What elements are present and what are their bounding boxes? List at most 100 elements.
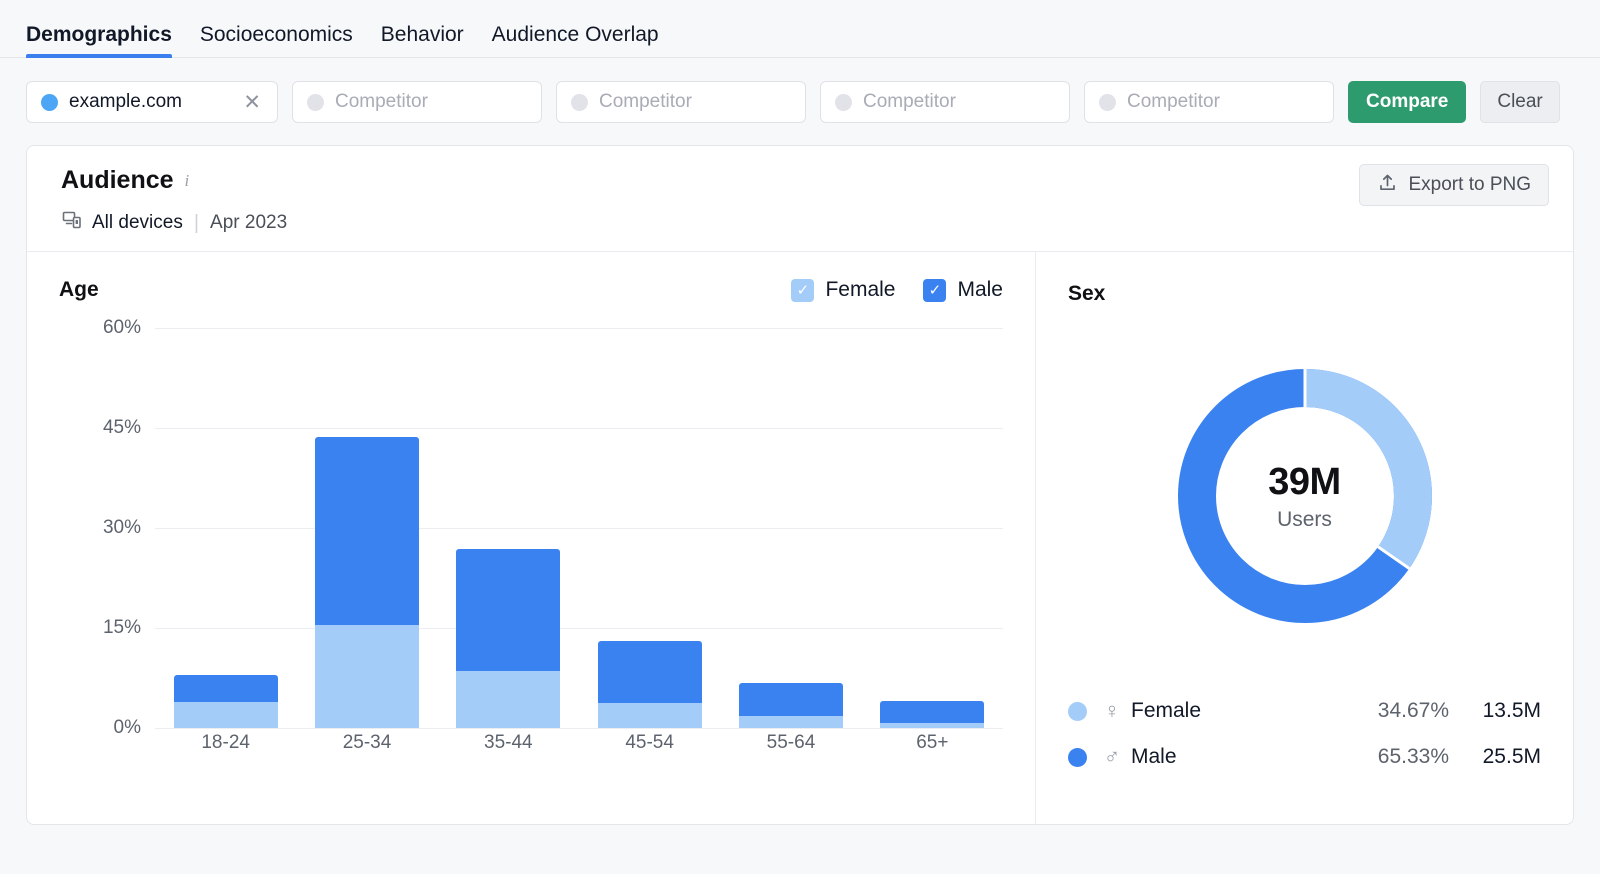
- sex-count-female: 13.5M: [1449, 699, 1541, 723]
- x-tick-label: 25-34: [296, 732, 437, 754]
- bar-segment-female: [739, 716, 843, 728]
- tab-bar: Demographics Socioeconomics Behavior Aud…: [0, 0, 1600, 58]
- donut-wrapper: 39M Users: [1068, 350, 1541, 642]
- page-title: Audience: [61, 166, 174, 195]
- legend-checkbox-male[interactable]: ✓ Male: [923, 278, 1003, 302]
- bar-segment-male: [174, 675, 278, 702]
- x-tick-label: 65+: [862, 732, 1003, 754]
- bar-segment-female: [456, 671, 560, 728]
- devices-icon: [61, 209, 83, 237]
- bar-column[interactable]: [720, 328, 861, 728]
- total-users-label: Users: [1277, 508, 1332, 532]
- bar-column[interactable]: [155, 328, 296, 728]
- sex-percent-male: 65.33%: [1378, 745, 1449, 769]
- sex-label-female: Female: [1131, 699, 1201, 723]
- info-icon[interactable]: i: [185, 171, 190, 191]
- x-tick-label: 45-54: [579, 732, 720, 754]
- bars-plot-area: [155, 328, 1003, 728]
- legend-color-dot: [1068, 748, 1087, 767]
- competitor-input-3[interactable]: Competitor: [820, 81, 1070, 123]
- donut-center-label: 39M Users: [1159, 350, 1451, 642]
- competitor-placeholder: Competitor: [599, 91, 791, 113]
- bar-column[interactable]: [862, 328, 1003, 728]
- sex-legend-row-male[interactable]: ♂ Male 65.33% 25.5M: [1068, 734, 1541, 780]
- main-domain-label: example.com: [69, 91, 230, 113]
- age-title: Age: [59, 278, 99, 302]
- legend-color-dot: [1068, 702, 1087, 721]
- card-subheader: All devices | Apr 2023: [61, 209, 1549, 237]
- sex-percent-female: 34.67%: [1378, 699, 1449, 723]
- male-symbol-icon: ♂: [1099, 744, 1125, 770]
- export-upload-icon: [1377, 172, 1398, 199]
- clear-button[interactable]: Clear: [1480, 81, 1559, 123]
- female-symbol-icon: ♀: [1099, 698, 1125, 724]
- compare-button[interactable]: Compare: [1348, 81, 1466, 123]
- competitor-input-1[interactable]: Competitor: [292, 81, 542, 123]
- bar-segment-female: [174, 702, 278, 728]
- legend-label-male: Male: [957, 278, 1003, 302]
- audience-card: Audience i All devices | Apr 2023: [26, 145, 1574, 825]
- subheader-separator: |: [194, 212, 199, 235]
- sex-title: Sex: [1068, 282, 1541, 306]
- check-icon: ✓: [923, 279, 946, 302]
- gridline-0: [155, 728, 1003, 729]
- sex-legend-row-female[interactable]: ♀ Female 34.67% 13.5M: [1068, 688, 1541, 734]
- bar-segment-male: [739, 683, 843, 716]
- bar-segment-male: [456, 549, 560, 671]
- devices-label: All devices: [92, 212, 183, 234]
- export-to-png-button[interactable]: Export to PNG: [1359, 164, 1550, 206]
- competitor-color-dot: [571, 94, 588, 111]
- sex-count-male: 25.5M: [1449, 745, 1541, 769]
- domain-compare-bar: example.com ✕ Competitor Competitor Comp…: [0, 58, 1600, 123]
- x-tick-label: 35-44: [438, 732, 579, 754]
- x-tick-label: 18-24: [155, 732, 296, 754]
- check-icon: ✓: [791, 279, 814, 302]
- stacked-bar[interactable]: [739, 683, 843, 728]
- sex-chart-panel: Sex 39M Users: [1035, 252, 1573, 824]
- competitor-color-dot: [835, 94, 852, 111]
- stacked-bar[interactable]: [880, 701, 984, 728]
- competitor-input-4[interactable]: Competitor: [1084, 81, 1334, 123]
- competitor-placeholder: Competitor: [1127, 91, 1319, 113]
- bar-segment-female: [880, 723, 984, 728]
- close-icon[interactable]: ✕: [241, 92, 263, 113]
- devices-filter[interactable]: All devices: [61, 209, 183, 237]
- card-header: Audience i All devices | Apr 2023: [27, 146, 1573, 251]
- age-legend: ✓ Female ✓ Male: [791, 278, 1003, 302]
- tab-behavior[interactable]: Behavior: [367, 24, 478, 57]
- bar-column[interactable]: [296, 328, 437, 728]
- tab-audience-overlap[interactable]: Audience Overlap: [478, 24, 673, 57]
- tab-demographics[interactable]: Demographics: [26, 24, 186, 57]
- y-tick-60: 60%: [59, 317, 141, 339]
- age-bar-chart: 60% 45% 30% 15% 0% 18-2425-3435-4445-545…: [59, 328, 1003, 728]
- bar-segment-female: [598, 703, 702, 728]
- stacked-bar[interactable]: [174, 675, 278, 728]
- y-tick-0: 0%: [59, 717, 141, 739]
- stacked-bar[interactable]: [315, 437, 419, 728]
- domain-color-dot: [41, 94, 58, 111]
- stacked-bar[interactable]: [456, 549, 560, 728]
- y-tick-15: 15%: [59, 617, 141, 639]
- competitor-color-dot: [307, 94, 324, 111]
- bar-segment-male: [598, 641, 702, 703]
- card-body: Age ✓ Female ✓ Male 6: [27, 251, 1573, 824]
- competitor-color-dot: [1099, 94, 1116, 111]
- card-title-row: Audience i: [61, 166, 1549, 195]
- x-tick-label: 55-64: [720, 732, 861, 754]
- export-label: Export to PNG: [1409, 174, 1532, 196]
- competitor-input-2[interactable]: Competitor: [556, 81, 806, 123]
- main-domain-pill[interactable]: example.com ✕: [26, 81, 278, 123]
- bar-segment-female: [315, 625, 419, 728]
- sex-donut-chart: 39M Users: [1159, 350, 1451, 642]
- legend-checkbox-female[interactable]: ✓ Female: [791, 278, 895, 302]
- tab-socioeconomics[interactable]: Socioeconomics: [186, 24, 367, 57]
- bar-column[interactable]: [579, 328, 720, 728]
- stacked-bar[interactable]: [598, 641, 702, 728]
- bar-segment-male: [315, 437, 419, 624]
- sex-legend: ♀ Female 34.67% 13.5M ♂ Male 65.33% 25.5…: [1068, 688, 1541, 780]
- competitor-placeholder: Competitor: [335, 91, 527, 113]
- bar-column[interactable]: [438, 328, 579, 728]
- competitor-placeholder: Competitor: [863, 91, 1055, 113]
- y-tick-45: 45%: [59, 417, 141, 439]
- age-panel-header: Age ✓ Female ✓ Male: [59, 278, 1003, 302]
